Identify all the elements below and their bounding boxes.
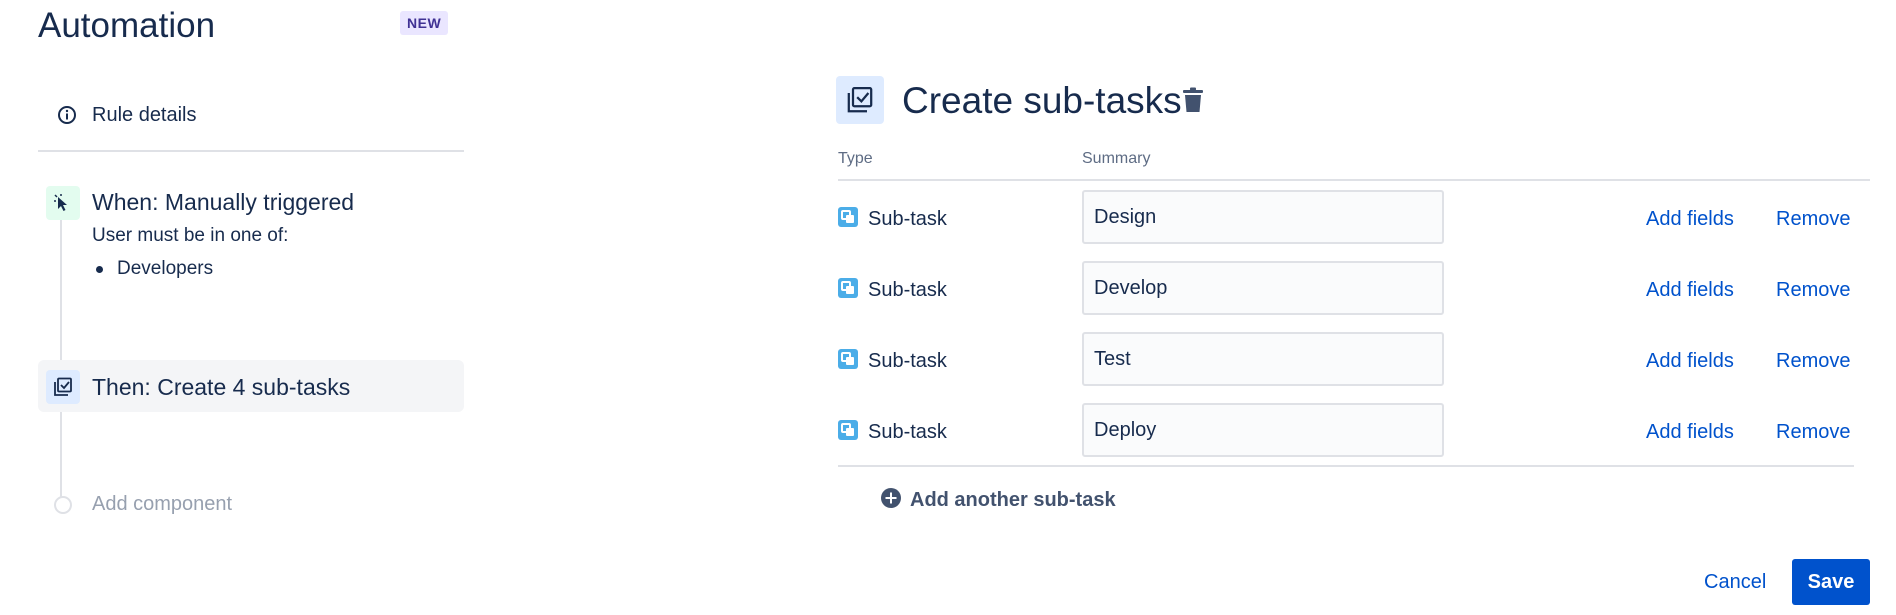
info-icon [52, 105, 82, 125]
remove-link[interactable]: Remove [1776, 190, 1850, 248]
subtask-type: Sub-task [838, 190, 947, 248]
trigger-subtitle: User must be in one of: [92, 225, 289, 246]
add-component-link[interactable]: Add component [92, 493, 232, 516]
remove-link[interactable]: Remove [1776, 403, 1850, 461]
subtask-type-label: Sub-task [868, 278, 947, 301]
add-another-subtask-button[interactable]: Add another sub-task [880, 487, 1116, 513]
add-component-node [54, 496, 72, 514]
trigger-title[interactable]: When: Manually triggered [92, 189, 354, 216]
remove-link[interactable]: Remove [1776, 261, 1850, 319]
cursor-click-icon[interactable] [46, 186, 80, 220]
rows-divider [838, 465, 1854, 467]
subtask-row: Sub-task Add fields Remove [838, 332, 1856, 390]
group-label: Developers [117, 258, 214, 279]
add-fields-link[interactable]: Add fields [1646, 190, 1734, 248]
editor-title: Create sub-tasks [902, 80, 1182, 121]
remove-link[interactable]: Remove [1776, 332, 1850, 390]
subtask-type-icon [838, 419, 858, 445]
new-badge: NEW [400, 11, 449, 35]
subtask-type-label: Sub-task [868, 349, 947, 372]
cancel-button[interactable]: Cancel [1692, 560, 1778, 604]
add-another-label: Add another sub-task [910, 488, 1116, 511]
subtask-type-icon [838, 206, 858, 232]
add-fields-link[interactable]: Add fields [1646, 261, 1734, 319]
header-divider [838, 179, 1870, 181]
subtask-row: Sub-task Add fields Remove [838, 403, 1856, 461]
subtask-type: Sub-task [838, 261, 947, 319]
summary-input[interactable] [1082, 190, 1444, 244]
subtask-type-icon [838, 348, 858, 374]
subtask-row: Sub-task Add fields Remove [838, 261, 1856, 319]
subtask-type-label: Sub-task [868, 207, 947, 230]
subtask-checkbox-icon [836, 76, 884, 124]
subtask-row: Sub-task Add fields Remove [838, 190, 1856, 248]
rule-details-label: Rule details [92, 103, 197, 126]
save-button[interactable]: Save [1792, 559, 1870, 605]
page-title: Automation [38, 6, 216, 45]
timeline-line [60, 200, 62, 498]
add-fields-link[interactable]: Add fields [1646, 332, 1734, 390]
subtask-type: Sub-task [838, 332, 947, 390]
trigger-group-item: Developers [96, 258, 213, 280]
summary-input[interactable] [1082, 261, 1444, 315]
summary-input[interactable] [1082, 403, 1444, 457]
subtask-type: Sub-task [838, 403, 947, 461]
bullet [96, 265, 103, 273]
subtask-checkbox-icon [46, 370, 80, 404]
subtask-type-label: Sub-task [868, 420, 947, 443]
column-header-type: Type [838, 150, 873, 167]
add-fields-link[interactable]: Add fields [1646, 403, 1734, 461]
trash-icon[interactable] [1180, 86, 1206, 114]
divider [38, 150, 464, 152]
plus-circle-icon [880, 487, 902, 514]
rule-details-item[interactable]: Rule details [38, 96, 464, 134]
column-header-summary: Summary [1082, 150, 1151, 167]
action-title[interactable]: Then: Create 4 sub-tasks [92, 374, 350, 401]
subtask-type-icon [838, 277, 858, 303]
summary-input[interactable] [1082, 332, 1444, 386]
